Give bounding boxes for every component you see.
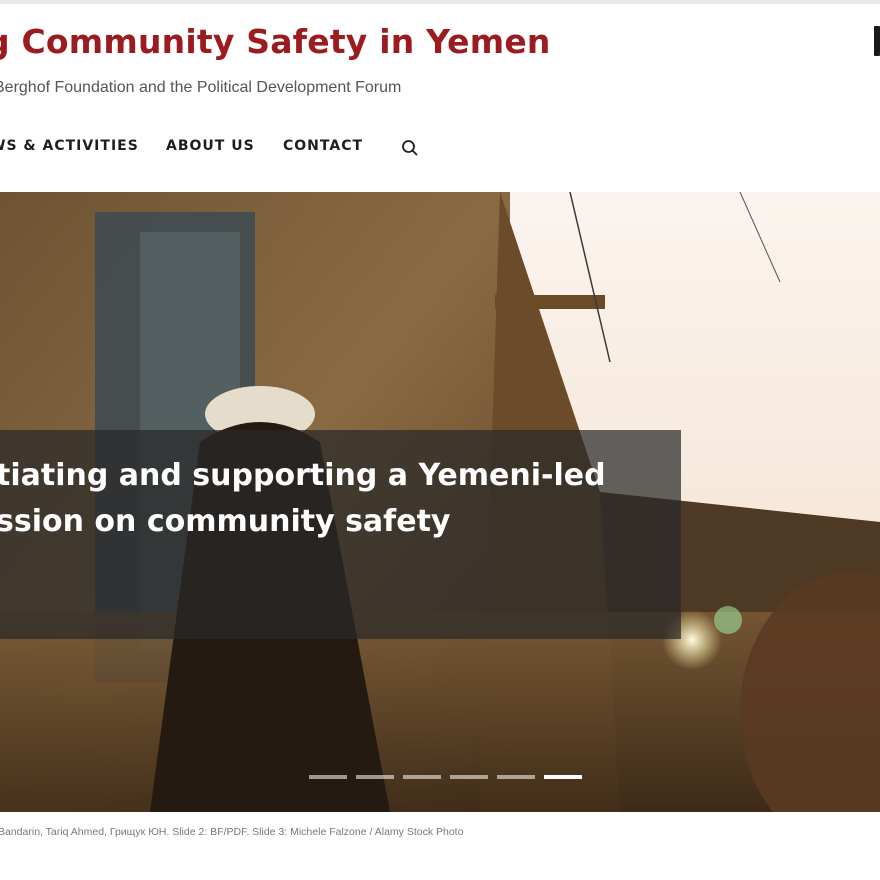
nav-item-contact[interactable]: CONTACT xyxy=(283,138,363,154)
photo-credit: Bandarin, Tariq Ahmed, Грищук ЮН. Slide … xyxy=(0,826,464,838)
slide-dot-5[interactable] xyxy=(497,775,535,779)
caption-line-2: ssion on community safety xyxy=(0,504,451,539)
slide-dot-6[interactable] xyxy=(544,775,582,779)
hero-slider[interactable]: tiating and supporting a Yemeni-led ssio… xyxy=(0,192,880,812)
slide-caption[interactable]: tiating and supporting a Yemeni-led ssio… xyxy=(0,430,681,639)
search-icon[interactable] xyxy=(400,138,420,158)
nav-item-about-us[interactable]: ABOUT US xyxy=(166,138,255,154)
slider-pagination xyxy=(309,775,589,781)
slide-dot-4[interactable] xyxy=(450,775,488,779)
site-title[interactable]: g Community Safety in Yemen xyxy=(0,22,551,61)
top-border xyxy=(0,0,880,4)
caption-line-1: tiating and supporting a Yemeni-led xyxy=(0,458,606,493)
site-tagline: Berghof Foundation and the Political Dev… xyxy=(0,79,402,96)
menu-icon[interactable] xyxy=(874,26,880,56)
slide-dot-3[interactable] xyxy=(403,775,441,779)
slide-dot-1[interactable] xyxy=(309,775,347,779)
nav-item-news-activities[interactable]: WS & ACTIVITIES xyxy=(0,138,139,154)
slide-dot-2[interactable] xyxy=(356,775,394,779)
